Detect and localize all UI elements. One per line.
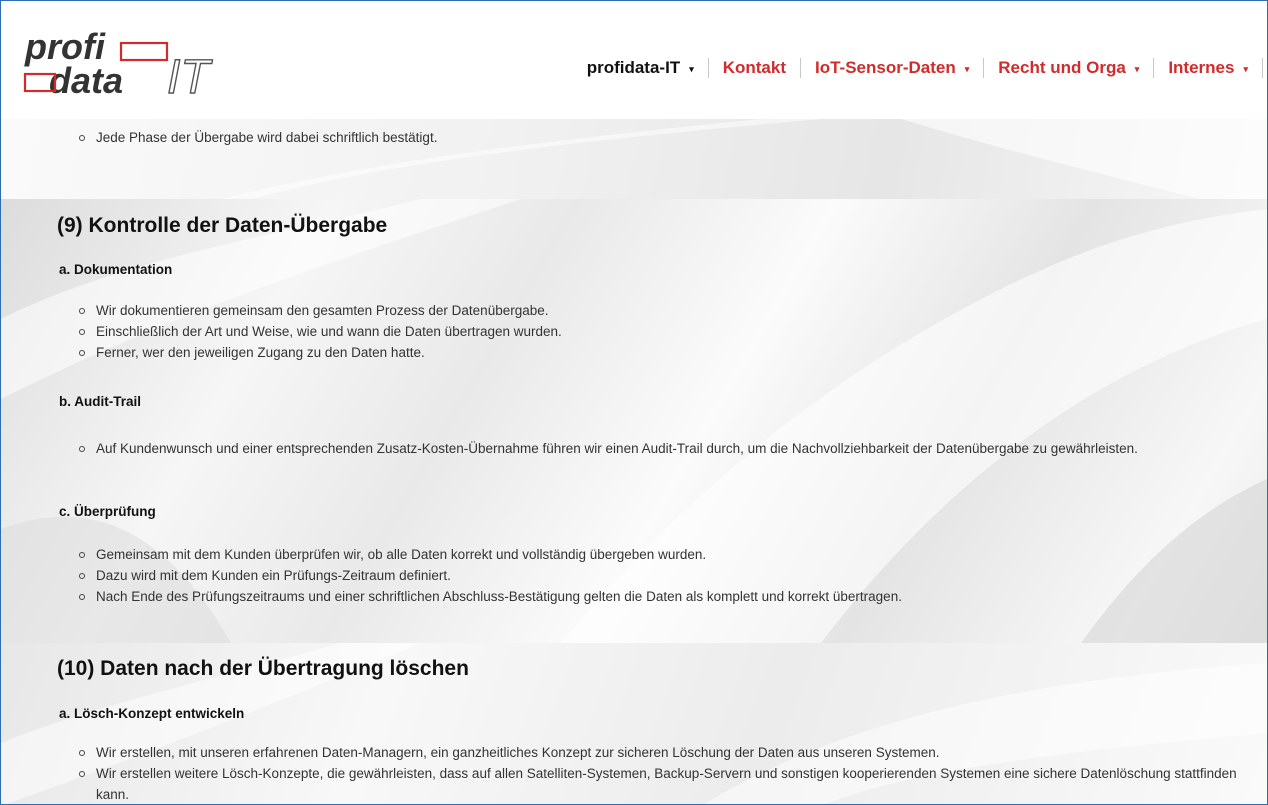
- nav-separator: [707, 58, 709, 78]
- subsection-9b-heading: b. Audit-Trail: [59, 394, 141, 409]
- list-item: Ferner, wer den jeweiligen Zugang zu den…: [79, 342, 1239, 363]
- list-item: Nach Ende des Prüfungszeitraums und eine…: [79, 586, 1239, 607]
- main-navigation: profidata-IT ▾ Kontakt IoT-Sensor-Daten …: [587, 55, 1267, 81]
- logo-graphic: profi data IT: [23, 26, 214, 105]
- list-item: Jede Phase der Übergabe wird dabei schri…: [79, 127, 1239, 148]
- nav-item-recht-und-orga[interactable]: Recht und Orga ▾: [998, 58, 1139, 78]
- nav-separator: [1262, 58, 1263, 78]
- list-item: Dazu wird mit dem Kunden ein Prüfungs-Ze…: [79, 565, 1239, 586]
- nav-item-label: IoT-Sensor-Daten: [815, 58, 956, 77]
- subsection-9a-list: Wir dokumentieren gemeinsam den gesamten…: [79, 300, 1239, 363]
- page-content: Jede Phase der Übergabe wird dabei schri…: [1, 1, 1267, 804]
- list-item: Wir dokumentieren gemeinsam den gesamten…: [79, 300, 1239, 321]
- logo-text-it: IT: [167, 51, 213, 104]
- list-item: Einschließlich der Art und Weise, wie un…: [79, 321, 1239, 342]
- nav-item-label: Recht und Orga: [998, 58, 1126, 77]
- nav-item-label: Kontakt: [722, 58, 786, 77]
- subsection-9b-list: Auf Kundenwunsch und einer entsprechende…: [79, 438, 1239, 459]
- nav-item-label: profidata-IT: [586, 58, 681, 77]
- nav-item-profidata-it[interactable]: profidata-IT ▾: [587, 58, 694, 78]
- logo-red-box-upper: [119, 41, 169, 62]
- logo-text-data: data: [49, 60, 123, 101]
- dropdown-caret-icon: ▾: [1134, 63, 1140, 74]
- subsection-9c-heading: c. Überprüfung: [59, 504, 156, 519]
- intro-list: Jede Phase der Übergabe wird dabei schri…: [79, 127, 1239, 148]
- list-item: Gemeinsam mit dem Kunden überprüfen wir,…: [79, 544, 1239, 565]
- nav-item-iot-sensor-daten[interactable]: IoT-Sensor-Daten ▾: [815, 58, 969, 78]
- nav-item-kontakt[interactable]: Kontakt: [723, 58, 786, 78]
- dropdown-caret-icon: ▾: [964, 63, 970, 74]
- list-item: Wir erstellen weitere Lösch-Konzepte, di…: [79, 763, 1239, 804]
- list-item: Wir erstellen, mit unseren erfahrenen Da…: [79, 742, 1239, 763]
- subsection-9a-heading: a. Dokumentation: [59, 262, 173, 277]
- dropdown-caret-icon: ▾: [1243, 63, 1248, 74]
- browser-frame: profi data IT profidata-IT ▾ Kontakt IoT…: [0, 0, 1268, 805]
- subsection-10a-list: Wir erstellen, mit unseren erfahrenen Da…: [79, 742, 1239, 804]
- nav-separator: [800, 58, 801, 78]
- subsection-10a-heading: a. Lösch-Konzept entwickeln: [59, 706, 245, 721]
- section-9-heading: (9) Kontrolle der Daten-Übergabe: [57, 214, 388, 237]
- list-item: Auf Kundenwunsch und einer entsprechende…: [79, 438, 1239, 459]
- dropdown-caret-icon: ▾: [689, 63, 694, 74]
- profidata-logo[interactable]: profi data IT: [21, 26, 231, 109]
- section-10-heading: (10) Daten nach der Übertragung löschen: [57, 657, 469, 680]
- nav-separator: [1153, 58, 1155, 78]
- nav-separator: [983, 58, 985, 78]
- site-header: profi data IT profidata-IT ▾ Kontakt IoT…: [1, 1, 1267, 119]
- nav-item-label: Internes: [1168, 58, 1235, 77]
- subsection-9c-list: Gemeinsam mit dem Kunden überprüfen wir,…: [79, 544, 1239, 607]
- nav-item-internes[interactable]: Internes ▾: [1168, 58, 1248, 78]
